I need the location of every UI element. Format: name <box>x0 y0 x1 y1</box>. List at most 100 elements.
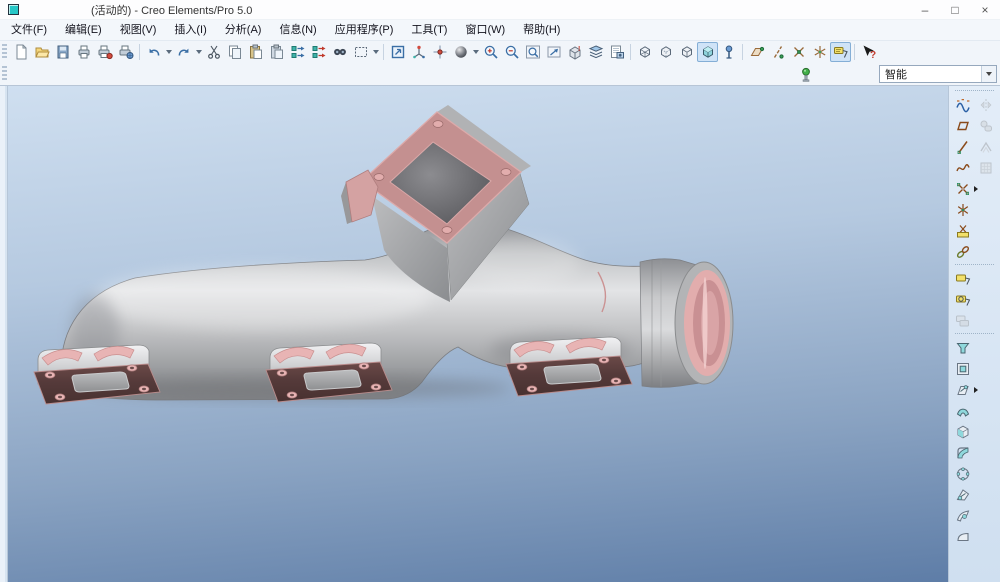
saved-views-icon[interactable] <box>718 42 739 62</box>
outlet-pipe[interactable] <box>640 259 733 388</box>
datum-axis-icon[interactable] <box>767 42 788 62</box>
svg-text:?: ? <box>870 50 876 60</box>
save-icon[interactable] <box>52 42 73 62</box>
extrude-icon[interactable] <box>951 337 974 358</box>
selection-filter-dropdown[interactable]: 智能 <box>879 65 997 83</box>
menu-applications[interactable]: 应用程序(P) <box>326 20 403 40</box>
sweep-icon[interactable] <box>951 379 974 400</box>
regenerate-icon[interactable] <box>287 42 308 62</box>
blend-icon[interactable] <box>951 400 974 421</box>
plane-tag-icon[interactable] <box>951 268 974 289</box>
chevron-down-icon[interactable] <box>981 66 996 82</box>
redo-dropdown-caret[interactable] <box>194 42 203 62</box>
point-icon[interactable] <box>951 178 974 199</box>
toolbar-grip[interactable] <box>2 44 7 60</box>
undo-icon[interactable] <box>143 42 164 62</box>
menu-analysis[interactable]: 分析(A) <box>216 20 271 40</box>
shade-sphere-icon[interactable] <box>450 42 471 62</box>
point-flyout-arrow[interactable] <box>974 178 980 199</box>
menu-view[interactable]: 视图(V) <box>111 20 166 40</box>
axis-point-icon[interactable] <box>951 199 974 220</box>
menu-edit[interactable]: 编辑(E) <box>56 20 111 40</box>
paste-special-icon[interactable] <box>266 42 287 62</box>
zoom-fit-icon[interactable] <box>522 42 543 62</box>
menu-bar: 文件(F) 编辑(E) 视图(V) 插入(I) 分析(A) 信息(N) 应用程序… <box>0 20 1000 40</box>
regeneration-status-traffic-light[interactable] <box>795 65 816 85</box>
shaded-icon[interactable] <box>697 42 718 62</box>
dome-icon[interactable] <box>951 526 974 547</box>
spin-center-icon[interactable] <box>429 42 450 62</box>
creo-app-icon[interactable] <box>8 4 19 15</box>
view-manager-icon[interactable] <box>606 42 627 62</box>
left-dock-strip <box>0 86 8 582</box>
3d-viewport[interactable] <box>8 86 948 582</box>
revolve-icon[interactable] <box>951 358 974 379</box>
menu-help[interactable]: 帮助(H) <box>514 20 569 40</box>
sidebar-separator <box>955 264 994 266</box>
sidebar-separator <box>955 333 994 335</box>
open-file-icon[interactable] <box>31 42 52 62</box>
select-dropdown-caret[interactable] <box>371 42 380 62</box>
menu-file[interactable]: 文件(F) <box>2 20 56 40</box>
orientation-icon[interactable] <box>408 42 429 62</box>
line-icon[interactable] <box>951 136 974 157</box>
maximize-button[interactable]: □ <box>940 0 970 20</box>
regenerate-custom-icon[interactable] <box>308 42 329 62</box>
bottom-flange-3[interactable] <box>506 337 632 396</box>
paste-icon[interactable] <box>245 42 266 62</box>
redo-icon[interactable] <box>173 42 194 62</box>
copy-icon[interactable] <box>224 42 245 62</box>
print-icon[interactable] <box>73 42 94 62</box>
zoom-in-icon[interactable] <box>480 42 501 62</box>
select-box-icon[interactable] <box>350 42 371 62</box>
csys-icon[interactable] <box>951 220 974 241</box>
curve-icon[interactable] <box>951 157 974 178</box>
close-button[interactable]: × <box>970 0 1000 20</box>
toolbar-grip[interactable] <box>2 66 7 82</box>
toolbar-separator <box>742 44 743 60</box>
toolbar-separator <box>139 44 140 60</box>
csys-tag-icon[interactable] <box>951 289 974 310</box>
shade-dropdown-caret[interactable] <box>471 42 480 62</box>
hidden-line-icon[interactable] <box>655 42 676 62</box>
print-add-icon[interactable] <box>94 42 115 62</box>
layers-icon[interactable] <box>585 42 606 62</box>
datum-point-icon[interactable] <box>788 42 809 62</box>
no-hidden-icon[interactable] <box>676 42 697 62</box>
title-bar: (活动的) - Creo Elements/Pro 5.0 – □ × <box>0 0 1000 20</box>
datum-csys-icon[interactable] <box>809 42 830 62</box>
cut-icon[interactable] <box>203 42 224 62</box>
boundary-blend-icon[interactable] <box>951 421 974 442</box>
style-spline-icon[interactable] <box>951 94 974 115</box>
find-icon[interactable] <box>329 42 350 62</box>
print-setup-icon[interactable] <box>115 42 136 62</box>
main-area <box>0 86 1000 582</box>
minimize-button[interactable]: – <box>910 0 940 20</box>
new-file-icon[interactable] <box>10 42 31 62</box>
start-view-icon[interactable] <box>387 42 408 62</box>
reorient-icon[interactable]: ! <box>564 42 585 62</box>
menu-info[interactable]: 信息(N) <box>270 20 325 40</box>
main-toolbar: ! ? <box>0 40 1000 63</box>
sweep-flyout-arrow[interactable] <box>974 379 980 400</box>
use-edge-icon[interactable] <box>951 241 974 262</box>
rectangle-icon[interactable] <box>951 115 974 136</box>
pattern-icon[interactable] <box>951 463 974 484</box>
context-help-icon[interactable]: ? <box>858 42 879 62</box>
exhaust-manifold-model[interactable] <box>8 86 948 582</box>
flex-icon[interactable] <box>951 505 974 526</box>
note-tag-icon <box>951 310 974 331</box>
sidebar-grip[interactable] <box>955 90 994 92</box>
datum-plane-icon[interactable] <box>746 42 767 62</box>
draft-icon[interactable] <box>951 484 974 505</box>
annotation-tag-icon[interactable] <box>830 42 851 62</box>
round-icon[interactable] <box>951 442 974 463</box>
refit-icon[interactable] <box>543 42 564 62</box>
undo-dropdown-caret[interactable] <box>164 42 173 62</box>
wireframe-icon[interactable] <box>634 42 655 62</box>
menu-tools[interactable]: 工具(T) <box>402 20 456 40</box>
menu-window[interactable]: 窗口(W) <box>456 20 514 40</box>
menu-insert[interactable]: 插入(I) <box>165 20 215 40</box>
toolbar-separator <box>383 44 384 60</box>
zoom-out-icon[interactable] <box>501 42 522 62</box>
